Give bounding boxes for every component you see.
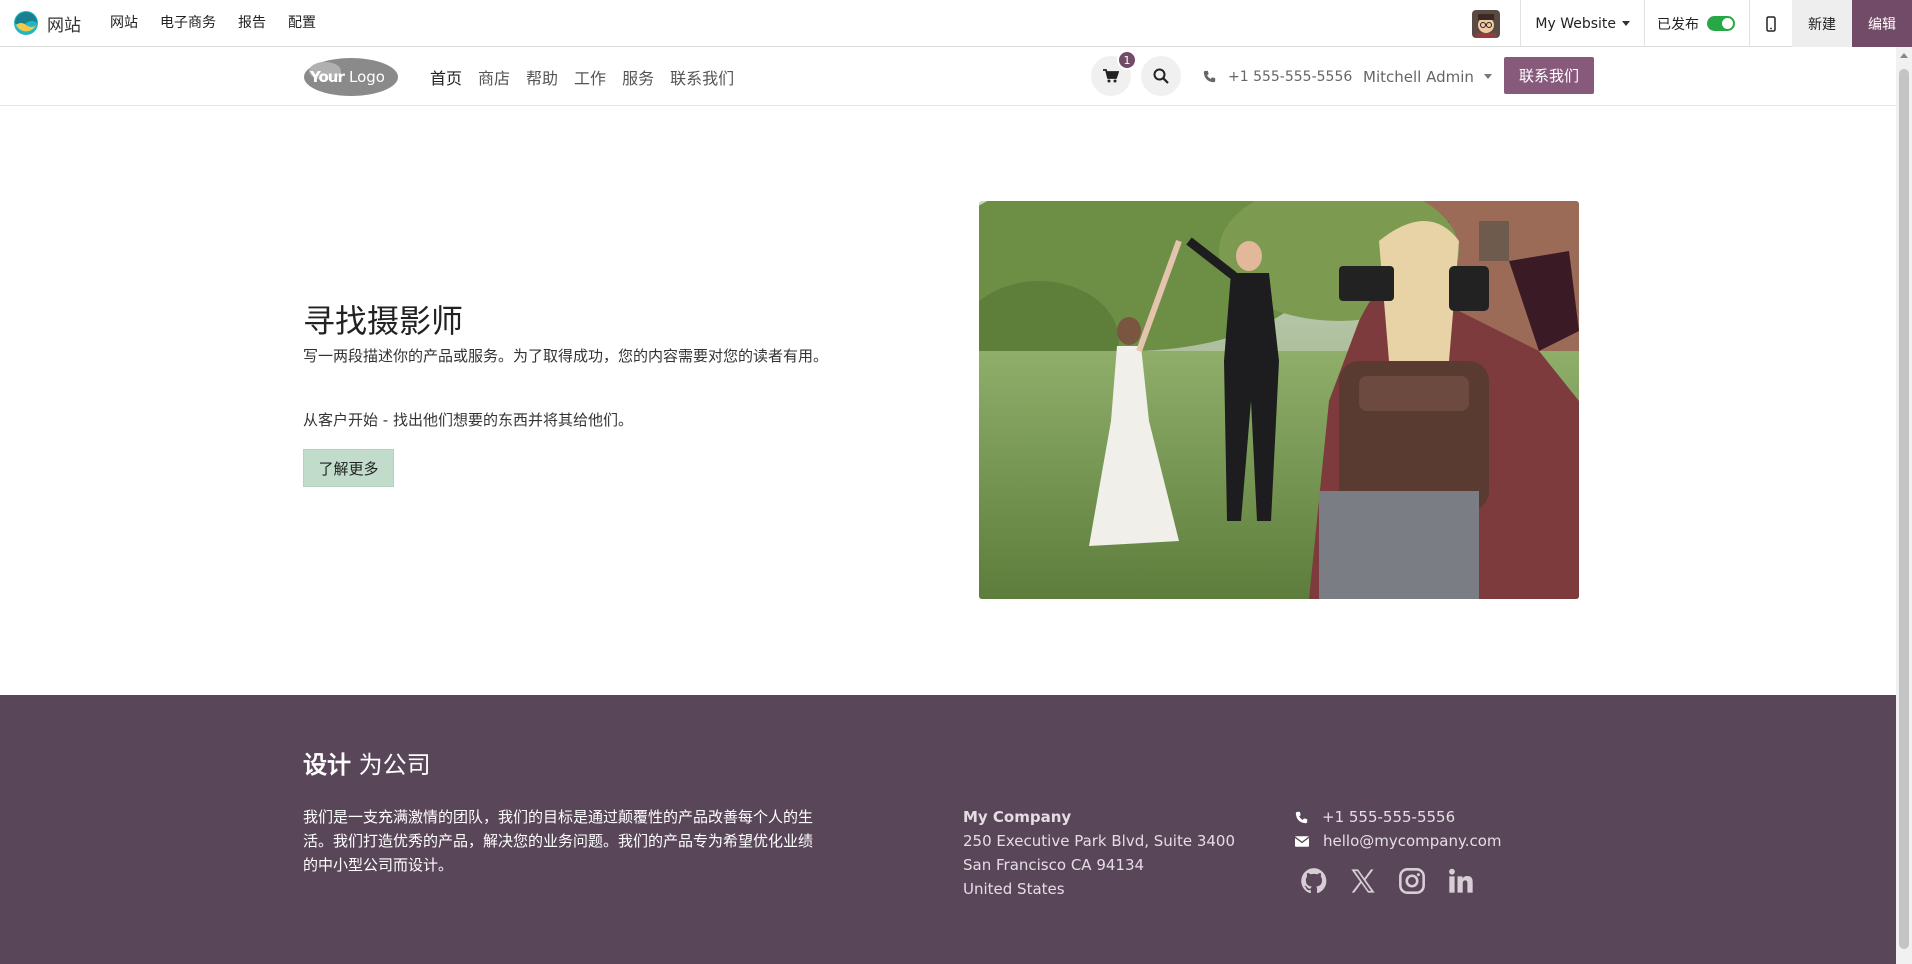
instagram-icon[interactable]: [1396, 865, 1428, 897]
site-header: Your Logo 首页 商店 帮助 工作 服务 联系我们 1 +1 555-5…: [0, 47, 1896, 106]
app-name: 网站: [47, 15, 81, 36]
new-button[interactable]: 新建: [1792, 0, 1852, 47]
nav-help[interactable]: 帮助: [526, 65, 558, 89]
scrollbar-thumb[interactable]: [1899, 69, 1909, 949]
edit-button[interactable]: 编辑: [1852, 0, 1912, 47]
footer-contact: +1 555-555-5556 hello@mycompany.com: [1295, 805, 1502, 853]
social-links: [1298, 865, 1477, 897]
hero-paragraph-1: 写一两段描述你的产品或服务。为了取得成功，您的内容需要对您的读者有用。: [303, 347, 829, 365]
footer-address: My Company 250 Executive Park Blvd, Suit…: [963, 805, 1235, 901]
photographer-photo: [979, 201, 1579, 599]
website-app-icon: [14, 11, 38, 35]
learn-more-button[interactable]: 了解更多: [303, 449, 394, 487]
cart-count-badge: 1: [1117, 50, 1137, 70]
address-line-3: United States: [963, 880, 1065, 898]
x-icon[interactable]: [1347, 865, 1379, 897]
header-phone[interactable]: +1 555-555-5556: [1203, 47, 1352, 106]
page-scrollbar[interactable]: [1896, 47, 1912, 964]
published-toggle[interactable]: 已发布: [1645, 14, 1749, 34]
mobile-preview-button[interactable]: [1750, 0, 1792, 47]
footer-email[interactable]: hello@mycompany.com: [1295, 829, 1502, 853]
shopping-cart-icon: [1103, 69, 1119, 83]
admin-menu-reports[interactable]: 报告: [227, 0, 277, 47]
user-avatar[interactable]: [1472, 9, 1501, 38]
footer-description: 我们是一支充满激情的团队，我们的目标是通过颠覆性的产品改善每个人的生活。我们打造…: [303, 808, 814, 874]
nav-jobs[interactable]: 工作: [574, 65, 606, 89]
company-name: My Company: [963, 808, 1072, 826]
github-icon[interactable]: [1298, 865, 1330, 897]
nav-services[interactable]: 服务: [622, 65, 654, 89]
search-button[interactable]: [1141, 56, 1181, 96]
nav-home[interactable]: 首页: [430, 65, 462, 89]
scroll-up-arrow-icon[interactable]: [1900, 53, 1908, 58]
linkedin-icon[interactable]: [1445, 865, 1477, 897]
app-logo[interactable]: 网站: [13, 0, 99, 47]
svg-text:Logo: Logo: [349, 68, 385, 86]
toggle-switch-icon: [1707, 16, 1735, 31]
phone-icon: [1295, 811, 1308, 823]
hero-title: 寻找摄影师: [303, 302, 464, 340]
envelope-icon: [1295, 835, 1309, 847]
address-line-2: San Francisco CA 94134: [963, 856, 1145, 874]
admin-toolbar: 网站 网站 电子商务 报告 配置 My Website 已发布 新建 编辑: [0, 0, 1912, 47]
svg-text:Your: Your: [309, 68, 345, 86]
main-nav: 首页 商店 帮助 工作 服务 联系我们: [430, 47, 750, 106]
your-logo[interactable]: Your Logo: [303, 57, 399, 97]
admin-menu: 网站 电子商务 报告 配置: [99, 0, 327, 47]
hero-paragraph-2: 从客户开始 - 找出他们想要的东西并将其给他们。: [303, 411, 633, 429]
website-selector[interactable]: My Website: [1521, 16, 1644, 32]
search-icon: [1153, 68, 1169, 84]
user-menu[interactable]: Mitchell Admin: [1363, 47, 1492, 106]
contact-us-button[interactable]: 联系我们: [1504, 57, 1594, 94]
admin-menu-website[interactable]: 网站: [99, 0, 149, 47]
admin-menu-ecommerce[interactable]: 电子商务: [149, 0, 227, 47]
footer-title: 设计 为公司: [303, 751, 431, 779]
address-line-1: 250 Executive Park Blvd, Suite 3400: [963, 832, 1236, 850]
cart-button[interactable]: 1: [1091, 50, 1137, 96]
hero-image-photographer: [979, 201, 1579, 599]
nav-shop[interactable]: 商店: [478, 65, 510, 89]
nav-contact[interactable]: 联系我们: [670, 65, 734, 89]
phone-icon: [1203, 70, 1216, 83]
footer-phone[interactable]: +1 555-555-5556: [1295, 805, 1502, 829]
caret-down-icon: [1483, 74, 1492, 79]
admin-menu-configuration[interactable]: 配置: [277, 0, 327, 47]
mobile-icon: [1766, 15, 1776, 32]
avatar-icon: [1472, 9, 1501, 38]
admin-toolbar-right: My Website 已发布 新建 编辑: [1472, 0, 1912, 47]
caret-down-icon: [1622, 21, 1630, 26]
site-footer: 设计 为公司 我们是一支充满激情的团队，我们的目标是通过颠覆性的产品改善每个人的…: [0, 695, 1896, 964]
